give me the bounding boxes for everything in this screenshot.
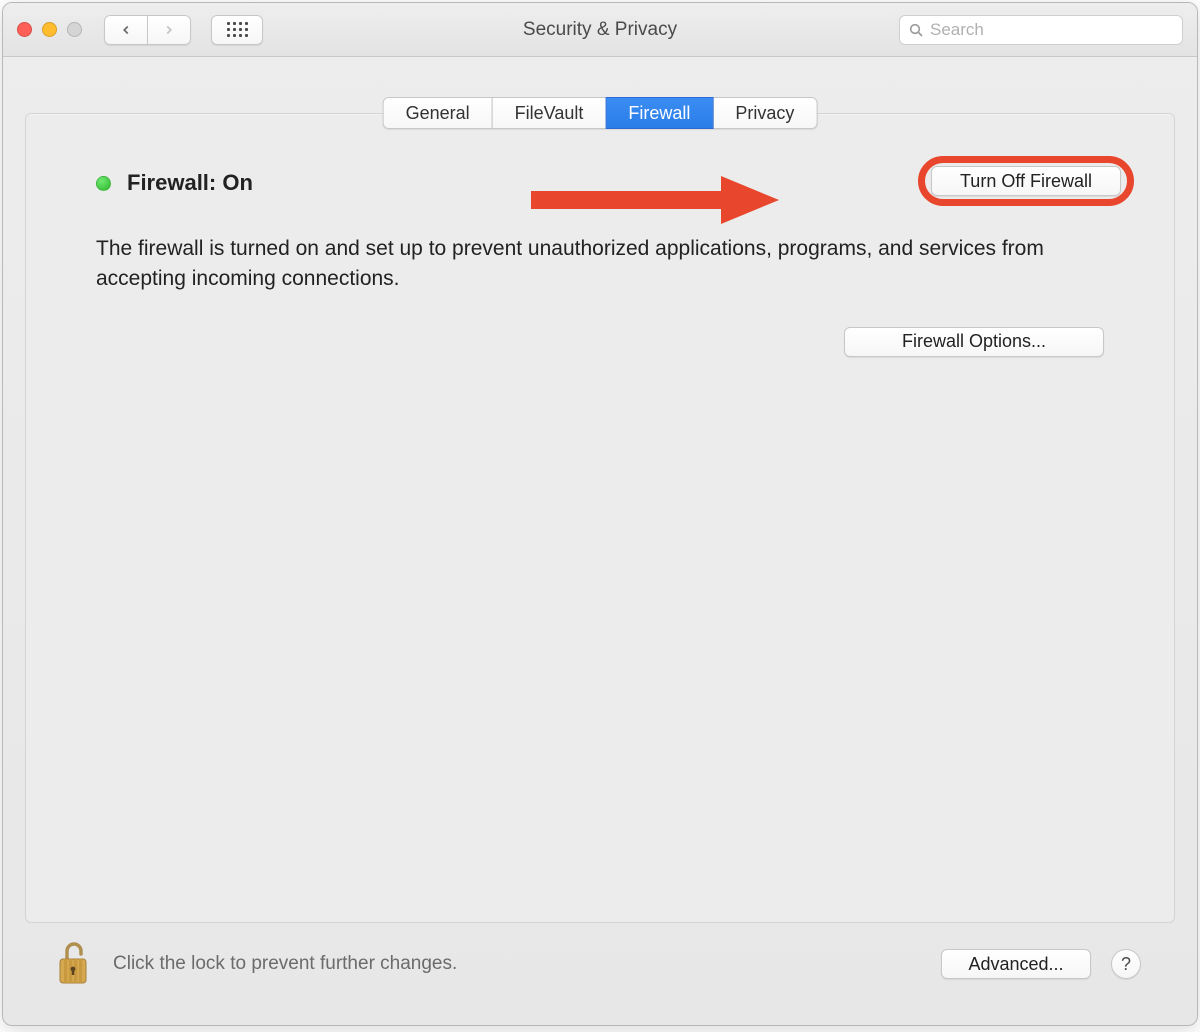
- window-title: Security & Privacy: [523, 19, 677, 41]
- lock-hint-label: Click the lock to prevent further change…: [113, 953, 457, 975]
- traffic-lights: [17, 22, 82, 37]
- show-all-button[interactable]: [211, 15, 263, 45]
- turn-off-firewall-button[interactable]: Turn Off Firewall: [931, 166, 1121, 196]
- tab-general[interactable]: General: [383, 97, 493, 129]
- help-button[interactable]: ?: [1111, 949, 1141, 979]
- chevron-right-icon: [162, 23, 176, 37]
- turn-off-highlight: Turn Off Firewall: [918, 156, 1134, 206]
- firewall-description: The firewall is turned on and set up to …: [96, 234, 1056, 295]
- chevron-left-icon: [119, 23, 133, 37]
- tab-firewall[interactable]: Firewall: [605, 97, 713, 129]
- advanced-button[interactable]: Advanced...: [941, 949, 1091, 979]
- search-field[interactable]: [899, 15, 1183, 45]
- firewall-status-label: Firewall: On: [127, 170, 253, 196]
- grid-icon: [227, 22, 248, 37]
- status-indicator-icon: [96, 176, 111, 191]
- annotation-highlight-ring: Turn Off Firewall: [918, 156, 1134, 206]
- firewall-options-button[interactable]: Firewall Options...: [844, 327, 1104, 357]
- titlebar: Security & Privacy: [3, 3, 1197, 57]
- zoom-window-button[interactable]: [67, 22, 82, 37]
- footer: Click the lock to prevent further change…: [25, 923, 1175, 1005]
- forward-button[interactable]: [147, 15, 191, 45]
- preferences-window: Security & Privacy General FileVault Fir…: [2, 2, 1198, 1026]
- options-row: Firewall Options...: [96, 327, 1104, 357]
- minimize-window-button[interactable]: [42, 22, 57, 37]
- tab-filevault[interactable]: FileVault: [492, 97, 607, 129]
- firewall-panel: Firewall: On Turn Off Firewall The firew…: [25, 113, 1175, 923]
- tabs: General FileVault Firewall Privacy: [383, 97, 818, 129]
- nav-buttons: [104, 15, 191, 45]
- close-window-button[interactable]: [17, 22, 32, 37]
- search-icon: [908, 22, 924, 38]
- search-input[interactable]: [930, 20, 1174, 40]
- content-area: General FileVault Firewall Privacy Firew…: [3, 57, 1197, 1025]
- back-button[interactable]: [104, 15, 148, 45]
- tab-privacy[interactable]: Privacy: [712, 97, 817, 129]
- annotation-arrow-icon: [521, 170, 781, 230]
- unlocked-lock-icon[interactable]: [53, 939, 93, 989]
